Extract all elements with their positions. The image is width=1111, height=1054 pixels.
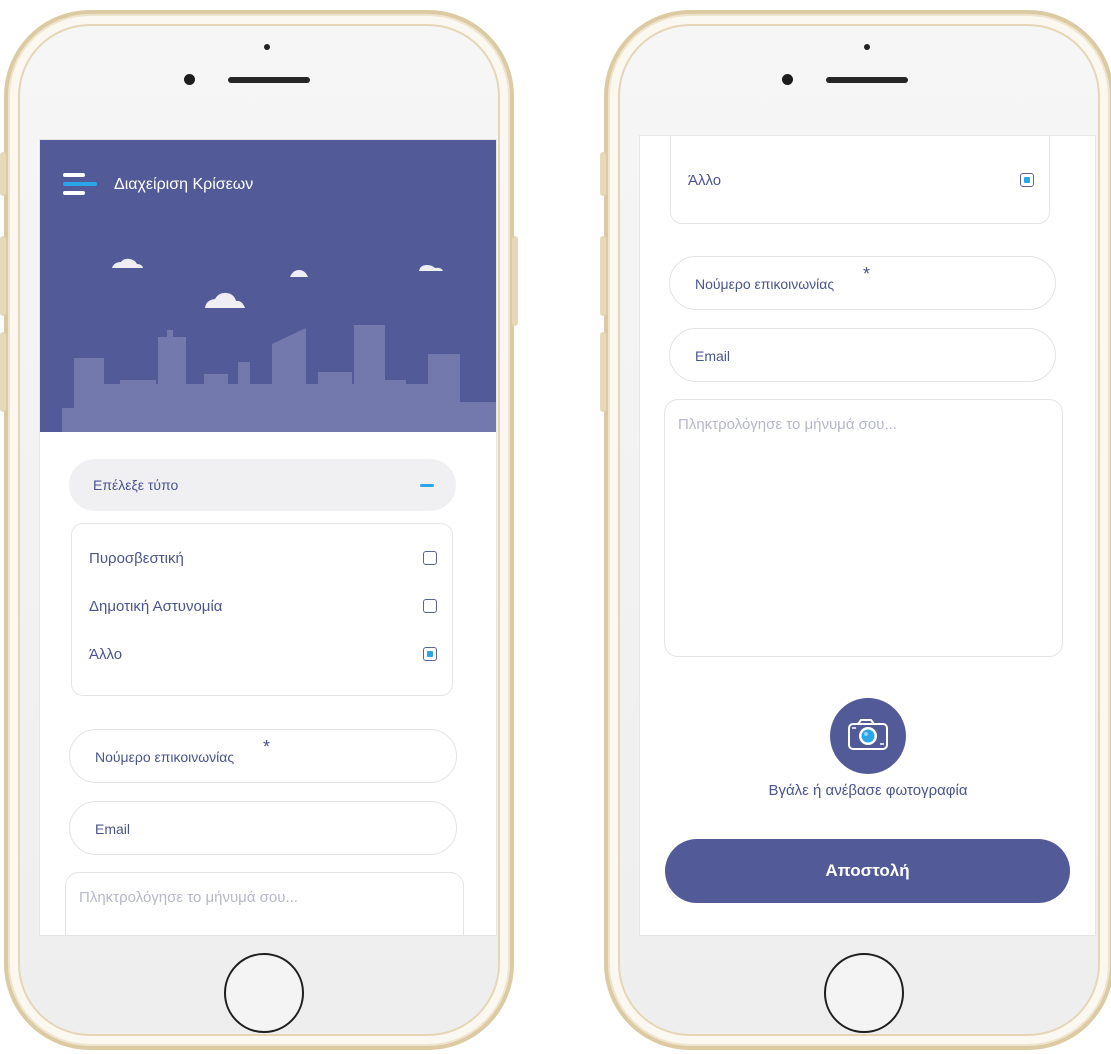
phone-frame-right: Άλλο Νούμερο επικοινωνίας * Email Πληκτρ…	[600, 10, 1111, 1050]
email-field[interactable]: Email	[669, 328, 1056, 382]
volume-up-button	[600, 236, 606, 316]
email-label: Email	[695, 348, 731, 364]
phone-number-field[interactable]: Νούμερο επικοινωνίας *	[69, 729, 457, 783]
type-options-list-scrolled: Άλλο	[670, 136, 1050, 224]
phone-frame-left: Διαχείριση Κρίσεων Επέλεξε τύπο Πυροσβεσ…	[0, 10, 518, 1050]
option-label: Άλλο	[89, 646, 123, 663]
option-other[interactable]: Άλλο	[671, 164, 1049, 198]
camera-icon	[848, 719, 888, 750]
option-label: Άλλο	[688, 172, 722, 189]
mute-switch	[600, 152, 606, 196]
volume-up-button	[0, 236, 6, 316]
photo-upload-button[interactable]	[830, 698, 906, 774]
checkbox-other[interactable]	[423, 647, 437, 661]
required-asterisk: *	[263, 737, 271, 757]
proximity-sensor	[264, 44, 270, 50]
collapse-minus-icon[interactable]	[420, 484, 434, 487]
option-label: Δημοτική Αστυνομία	[89, 598, 223, 615]
option-other[interactable]: Άλλο	[72, 638, 452, 672]
front-camera	[184, 74, 195, 85]
email-field[interactable]: Email	[69, 801, 457, 855]
screen-left: Διαχείριση Κρίσεων Επέλεξε τύπο Πυροσβεσ…	[40, 140, 496, 935]
phone-number-label: Νούμερο επικοινωνίας	[95, 749, 235, 765]
required-asterisk: *	[863, 264, 871, 284]
message-textarea[interactable]: Πληκτρολόγησε το μήνυμά σου...	[664, 399, 1063, 657]
page-title: Διαχείριση Κρίσεων	[114, 176, 254, 193]
home-button[interactable]	[824, 953, 904, 1033]
type-select-toggle[interactable]: Επέλεξε τύπο	[69, 459, 456, 511]
message-placeholder: Πληκτρολόγησε το μήνυμά σου...	[678, 416, 897, 433]
volume-down-button	[0, 332, 6, 412]
type-options-list: Πυροσβεστική Δημοτική Αστυνομία Άλλο	[71, 523, 453, 696]
message-textarea[interactable]: Πληκτρολόγησε το μήνυμά σου...	[65, 872, 464, 935]
checkbox-other[interactable]	[1020, 173, 1034, 187]
mute-switch	[0, 152, 6, 196]
submit-button[interactable]: Αποστολή	[665, 839, 1070, 903]
app-header: Διαχείριση Κρίσεων	[40, 140, 496, 432]
message-placeholder: Πληκτρολόγησε το μήνυμά σου...	[79, 889, 298, 906]
hamburger-menu-icon[interactable]	[63, 173, 97, 195]
checkbox-municipal-police[interactable]	[423, 599, 437, 613]
phone-number-label: Νούμερο επικοινωνίας	[695, 276, 835, 292]
photo-upload-caption: Βγάλε ή ανέβασε φωτογραφία	[768, 782, 968, 799]
screen-right: Άλλο Νούμερο επικοινωνίας * Email Πληκτρ…	[640, 136, 1095, 935]
proximity-sensor	[864, 44, 870, 50]
earpiece-speaker	[228, 77, 310, 83]
option-fire-service[interactable]: Πυροσβεστική	[72, 542, 452, 576]
earpiece-speaker	[826, 77, 908, 83]
phone-number-field[interactable]: Νούμερο επικοινωνίας *	[669, 256, 1056, 310]
front-camera	[782, 74, 793, 85]
city-skyline-illustration	[62, 258, 496, 432]
option-municipal-police[interactable]: Δημοτική Αστυνομία	[72, 590, 452, 624]
home-button[interactable]	[224, 953, 304, 1033]
volume-down-button	[600, 332, 606, 412]
checkbox-fire-service[interactable]	[423, 551, 437, 565]
option-label: Πυροσβεστική	[89, 550, 184, 567]
type-select-label: Επέλεξε τύπο	[93, 477, 179, 493]
power-button	[512, 236, 518, 326]
email-label: Email	[95, 821, 131, 837]
